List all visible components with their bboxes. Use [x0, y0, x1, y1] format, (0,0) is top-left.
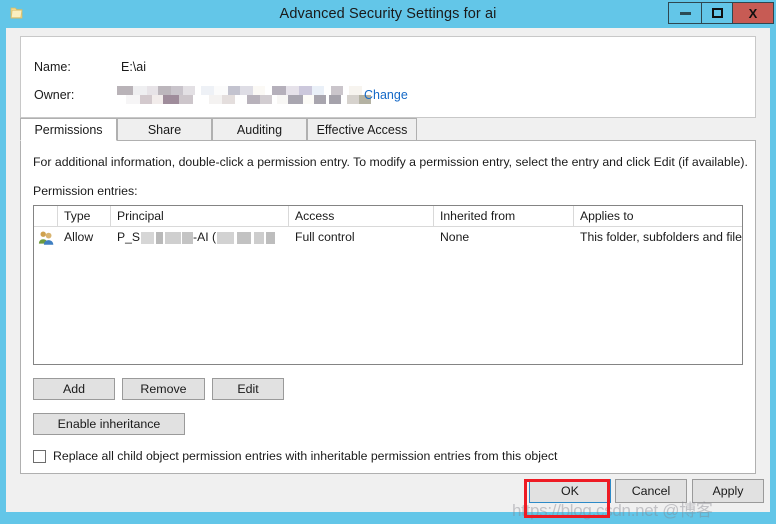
column-header-principal[interactable]: Principal	[111, 206, 289, 226]
enable-inheritance-button[interactable]: Enable inheritance	[33, 413, 185, 435]
minimize-icon	[679, 11, 691, 15]
cancel-button-label: Cancel	[631, 484, 671, 498]
apply-button[interactable]: Apply	[692, 479, 764, 503]
edit-button[interactable]: Edit	[212, 378, 284, 400]
enable-inheritance-button-label: Enable inheritance	[57, 417, 161, 431]
column-header-icon[interactable]	[34, 206, 58, 226]
info-text: For additional information, double-click…	[33, 155, 748, 169]
object-info-panel: Name: E:\ai Owner: Change	[20, 36, 756, 118]
title-bar[interactable]: Advanced Security Settings for ai X	[0, 0, 776, 28]
remove-button[interactable]: Remove	[122, 378, 205, 400]
add-button-label: Add	[62, 382, 86, 396]
tab-share-label: Share	[147, 122, 182, 137]
column-header-access[interactable]: Access	[289, 206, 434, 226]
add-button[interactable]: Add	[33, 378, 115, 400]
owner-label: Owner:	[34, 88, 75, 102]
column-header-applies-to[interactable]: Applies to	[574, 206, 742, 226]
minimize-button[interactable]	[668, 2, 702, 24]
column-header-inherited-from[interactable]: Inherited from	[434, 206, 574, 226]
tab-strip: Permissions Share Auditing Effective Acc…	[20, 118, 756, 141]
tab-share[interactable]: Share	[117, 118, 212, 141]
close-icon: X	[748, 5, 758, 21]
tab-permissions-label: Permissions	[34, 122, 103, 137]
tab-permissions[interactable]: Permissions	[20, 118, 117, 141]
cell-principal: P_S -AI (	[111, 227, 289, 248]
tab-effective-access[interactable]: Effective Access	[307, 118, 417, 141]
cell-inherited-from: None	[440, 230, 470, 244]
tab-auditing-label: Auditing	[236, 122, 283, 137]
ok-button-label: OK	[561, 484, 579, 498]
maximize-button[interactable]	[701, 2, 733, 24]
permission-entries-list[interactable]: Type Principal Access Inherited from App…	[33, 205, 743, 365]
tab-auditing[interactable]: Auditing	[212, 118, 307, 141]
window-title: Advanced Security Settings for ai	[279, 6, 497, 22]
column-header-type[interactable]: Type	[58, 206, 111, 226]
list-header-row: Type Principal Access Inherited from App…	[34, 206, 742, 227]
replace-child-permissions-label: Replace all child object permission entr…	[53, 449, 558, 463]
tab-effective-access-label: Effective Access	[316, 122, 408, 137]
users-group-icon	[38, 231, 54, 245]
permissions-tab-page: For additional information, double-click…	[20, 140, 756, 474]
cell-applies-to: This folder, subfolders and files	[580, 230, 743, 244]
table-row[interactable]: Allow P_S -AI ( Full control None This f…	[34, 227, 742, 248]
owner-value-redacted	[117, 86, 371, 104]
cell-access: Full control	[295, 230, 355, 244]
replace-child-permissions-row[interactable]: Replace all child object permission entr…	[33, 449, 557, 463]
remove-button-label: Remove	[140, 382, 187, 396]
advanced-security-settings-window: Advanced Security Settings for ai X Name…	[0, 0, 776, 524]
name-label: Name:	[34, 60, 71, 74]
ok-button[interactable]: OK	[529, 479, 611, 503]
name-value: E:\ai	[121, 60, 147, 74]
dialog-body: Name: E:\ai Owner: Change Permissions Sh…	[6, 28, 770, 512]
cancel-button[interactable]: Cancel	[615, 479, 687, 503]
cell-type: Allow	[64, 230, 94, 244]
maximize-icon	[711, 8, 723, 18]
change-owner-link[interactable]: Change	[364, 88, 408, 102]
close-button[interactable]: X	[732, 2, 774, 24]
edit-button-label: Edit	[237, 382, 259, 396]
replace-child-permissions-checkbox[interactable]	[33, 449, 46, 463]
apply-button-label: Apply	[712, 484, 744, 498]
permission-entries-label: Permission entries:	[33, 184, 138, 198]
